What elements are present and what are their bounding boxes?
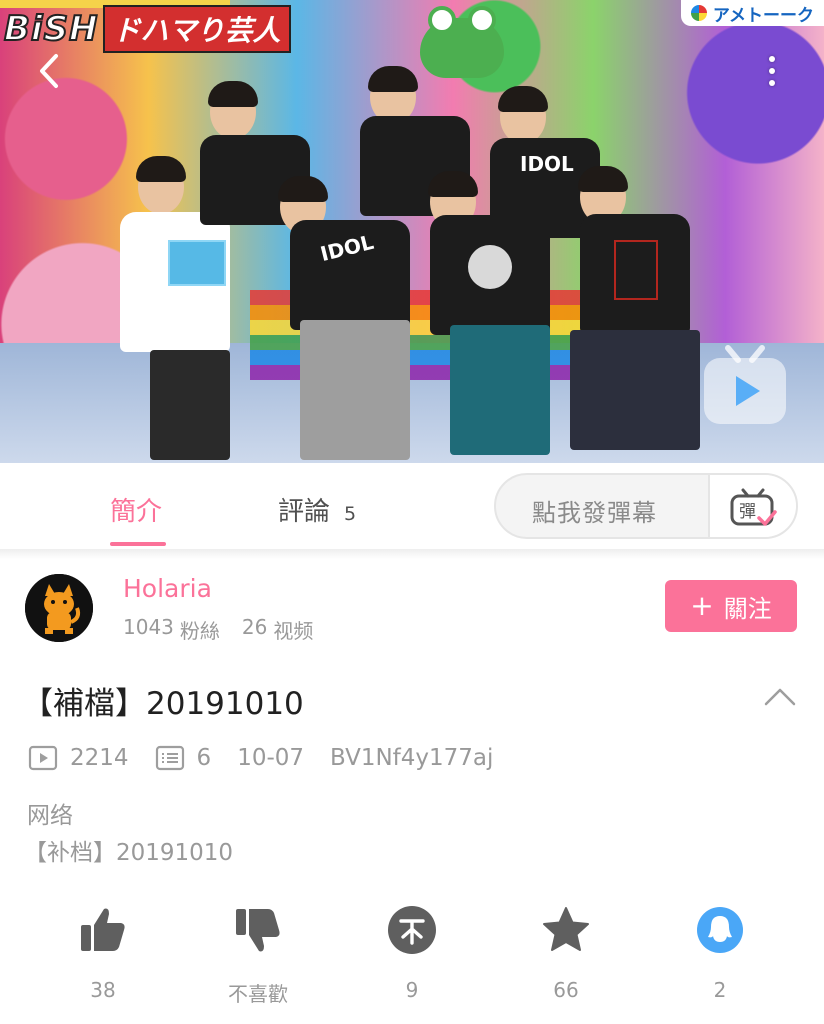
play-count-icon xyxy=(28,745,58,771)
shirt-graphic-red xyxy=(614,240,658,300)
danmaku-count-stat: 6 xyxy=(155,745,212,771)
favorite-button[interactable]: 66 xyxy=(511,900,621,1010)
tab-comments[interactable]: 評論 5 xyxy=(278,491,356,528)
section-divider xyxy=(0,549,824,559)
tv-play-icon xyxy=(704,345,786,424)
danmaku-on-icon: 彈 xyxy=(730,488,777,526)
tab-intro[interactable]: 簡介 xyxy=(110,491,162,528)
chevron-left-icon xyxy=(40,54,58,88)
broadcast-logo-text: アメトーーク xyxy=(712,5,814,26)
active-tab-indicator xyxy=(110,542,166,546)
shirt-text-idol-2: IDOL xyxy=(520,152,574,176)
back-button[interactable] xyxy=(26,48,72,94)
plus-icon: + xyxy=(690,589,714,622)
coin-button[interactable]: 9 xyxy=(357,900,467,1010)
danmaku-toggle-label: 彈 xyxy=(739,502,756,522)
collapse-details-button[interactable] xyxy=(762,682,798,712)
video-player[interactable]: IDOL IDOL BiSH ドハマり芸人 アメトーーク xyxy=(0,0,824,463)
broadcast-title-en: BiSH xyxy=(3,8,99,50)
fans-count: 1043 xyxy=(123,615,174,639)
shirt-graphic xyxy=(468,245,512,289)
share-button[interactable]: 2 xyxy=(665,900,775,1010)
play-count-stat: 2214 xyxy=(28,745,129,771)
follow-label: 關注 xyxy=(723,594,772,623)
coin-count: 9 xyxy=(405,978,419,1002)
thumbs-down-icon xyxy=(236,909,280,952)
play-count: 2214 xyxy=(70,745,129,771)
bvid: BV1Nf4y177aj xyxy=(330,745,494,771)
broadcast-title: BiSH ドハマり芸人 xyxy=(0,5,291,53)
videos-stat: 26 视频 xyxy=(242,615,313,644)
frog-eye-left xyxy=(428,6,456,34)
dot-icon xyxy=(769,68,775,74)
frog-eye-right xyxy=(468,6,496,34)
dot-icon xyxy=(769,56,775,62)
videos-count: 26 xyxy=(241,615,268,639)
tab-comments-label: 評論 xyxy=(278,497,331,527)
coin-icon xyxy=(388,906,436,954)
thumbs-up-icon xyxy=(81,908,125,951)
video-meta: 2214 6 10-07 BV1Nf4y177aj xyxy=(28,741,519,775)
uploader-stats: 1043 粉絲 26 视频 xyxy=(123,615,313,644)
play-button[interactable] xyxy=(698,338,792,430)
comments-count: 5 xyxy=(344,503,357,525)
broadcast-logo: アメトーーク xyxy=(680,0,824,26)
dot-icon xyxy=(769,80,775,86)
fans-stat: 1043 粉絲 xyxy=(123,615,220,644)
video-description: 【补档】20191010 xyxy=(24,840,234,866)
like-button[interactable]: 38 xyxy=(48,900,158,1010)
tv-logo-icon xyxy=(690,5,707,21)
fans-label: 粉絲 xyxy=(179,619,220,643)
follow-button[interactable]: + 關注 xyxy=(665,580,797,632)
qq-share-icon xyxy=(697,907,743,953)
broadcast-title-jp: ドハマり芸人 xyxy=(102,5,291,53)
dislike-button[interactable]: 不喜歡 xyxy=(203,900,313,1010)
videos-label: 视频 xyxy=(273,619,314,643)
like-count: 38 xyxy=(90,978,116,1002)
danmaku-placeholder: 點我發彈幕 xyxy=(532,499,657,527)
favorite-count: 66 xyxy=(553,978,579,1002)
danmaku-toggle-button[interactable]: 彈 xyxy=(708,475,796,537)
chevron-up-icon xyxy=(764,688,796,706)
share-count: 2 xyxy=(713,978,727,1002)
dislike-label: 不喜歡 xyxy=(228,982,288,1006)
cat-avatar-icon xyxy=(25,574,93,642)
danmaku-count-icon xyxy=(155,745,184,771)
video-category[interactable]: 网络 xyxy=(27,796,73,830)
uploader-name[interactable]: Holaria xyxy=(123,574,212,603)
video-title: 【補檔】20191010 xyxy=(22,686,304,722)
more-options-button[interactable] xyxy=(752,48,792,94)
danmaku-input[interactable]: 點我發彈幕 彈 xyxy=(494,473,798,539)
publish-date: 10-07 xyxy=(237,745,305,771)
avatar[interactable] xyxy=(25,574,93,642)
star-icon xyxy=(543,907,589,951)
danmaku-count: 6 xyxy=(196,745,212,771)
